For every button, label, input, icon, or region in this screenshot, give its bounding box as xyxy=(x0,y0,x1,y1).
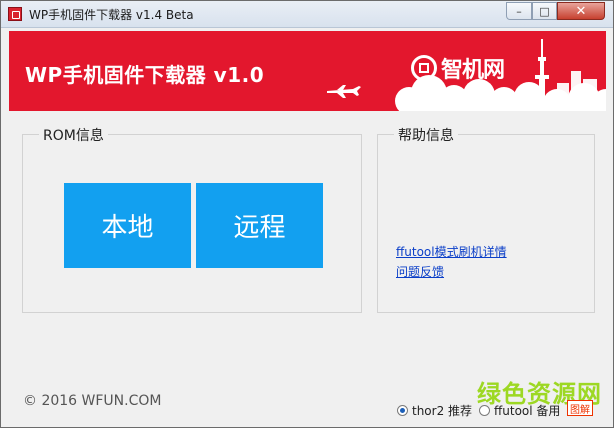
help-info-legend: 帮助信息 xyxy=(394,125,458,145)
diagram-badge: 图解 xyxy=(567,400,593,416)
close-button[interactable]: ✕ xyxy=(557,2,605,20)
copyright-text: © 2016 WFUN.COM xyxy=(23,393,162,409)
ffutool-guide-link[interactable]: ffutool模式刷机详情 xyxy=(396,243,507,260)
ffutool-radio-option[interactable]: ffutool 备用 xyxy=(479,402,560,419)
window-title: WP手机固件下载器 v1.4 Beta xyxy=(29,8,194,22)
maximize-button[interactable]: □ xyxy=(532,2,557,20)
rom-info-legend: ROM信息 xyxy=(39,125,108,145)
banner-title: WP手机固件下载器 v1.0 xyxy=(25,63,265,87)
local-rom-button[interactable]: 本地 xyxy=(64,183,191,268)
thor2-radio[interactable] xyxy=(397,405,408,416)
header-banner: WP手机固件下载器 v1.0 智机网 xyxy=(9,31,606,111)
app-icon xyxy=(8,7,22,21)
thor2-radio-option[interactable]: thor2 推荐 xyxy=(397,402,472,419)
app-window: WP手机固件下载器 v1.4 Beta – □ ✕ WP手机固件下载器 v1.0… xyxy=(0,0,614,428)
thor2-radio-label: thor2 推荐 xyxy=(412,404,473,418)
title-bar[interactable]: WP手机固件下载器 v1.4 Beta – □ ✕ xyxy=(1,1,613,28)
airplane-icon xyxy=(327,85,361,98)
brand-logo-icon xyxy=(411,55,437,81)
minimize-button[interactable]: – xyxy=(506,2,532,20)
remote-rom-button[interactable]: 远程 xyxy=(196,183,323,268)
feedback-link[interactable]: 问题反馈 xyxy=(396,263,444,280)
brand-name: 智机网 xyxy=(441,58,505,83)
ffutool-radio[interactable] xyxy=(479,405,490,416)
ffutool-radio-label: ffutool 备用 xyxy=(494,404,561,418)
help-info-group: 帮助信息 xyxy=(377,125,595,313)
brand: 智机网 xyxy=(411,52,505,84)
